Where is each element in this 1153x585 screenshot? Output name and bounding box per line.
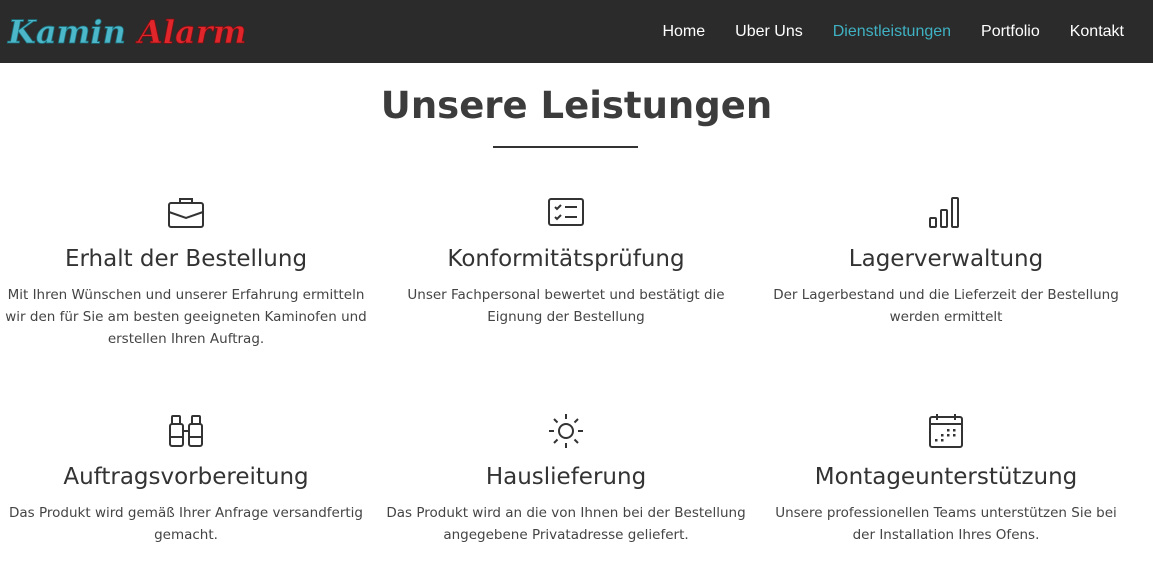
nav-item-dienstleistungen[interactable]: Dienstleistungen	[833, 23, 951, 41]
calendar-icon	[926, 411, 966, 451]
svg-text:Kamin: Kamin	[7, 13, 126, 51]
service-text: Unsere professionellen Teams unterstütze…	[775, 505, 1117, 543]
service-card-preparation: Auftragsvorbereitung Das Produkt wird ge…	[0, 411, 376, 546]
svg-text:Alarm: Alarm	[135, 13, 246, 51]
title-divider	[493, 146, 638, 148]
bar-chart-icon	[926, 193, 966, 233]
service-title: Lagerverwaltung	[848, 246, 1044, 272]
nav-item-home[interactable]: Home	[662, 23, 705, 41]
sun-icon	[546, 411, 586, 451]
service-title: Erhalt der Bestellung	[64, 246, 308, 272]
service-card-warehouse: Lagerverwaltung Der Lagerbestand und die…	[756, 193, 1136, 328]
nav-item-uber-uns[interactable]: Uber Uns	[735, 23, 803, 41]
service-card-delivery: Hauslieferung Das Produkt wird an die vo…	[376, 411, 756, 546]
service-title: Auftragsvorbereitung	[63, 464, 309, 490]
service-card-order: Erhalt der Bestellung Mit Ihren Wünschen…	[0, 193, 376, 350]
navbar: Kamin Alarm Home Uber Uns Dienstleistung…	[0, 0, 1153, 63]
service-title: Montageunterstützung	[814, 464, 1078, 490]
briefcase-icon	[166, 193, 206, 233]
service-text: Der Lagerbestand und die Lieferzeit der …	[773, 287, 1119, 325]
binoculars-icon	[166, 411, 206, 451]
checklist-icon	[546, 193, 586, 233]
nav-item-kontakt[interactable]: Kontakt	[1070, 23, 1124, 41]
service-text: Das Produkt wird an die von Ihnen bei de…	[386, 505, 746, 543]
service-card-assembly: Montageunterstützung Unsere professionel…	[756, 411, 1136, 546]
service-text: Mit Ihren Wünschen und unserer Erfahrung…	[5, 287, 367, 347]
nav-item-portfolio[interactable]: Portfolio	[981, 23, 1040, 41]
section-title: Unsere Leistungen	[380, 84, 773, 127]
service-title: Hauslieferung	[485, 464, 647, 490]
service-card-conformity: Konformitätsprüfung Unser Fachpersonal b…	[376, 193, 756, 328]
service-text: Das Produkt wird gemäß Ihrer Anfrage ver…	[9, 505, 363, 543]
service-text: Unser Fachpersonal bewertet und bestätig…	[407, 287, 725, 325]
service-title: Konformitätsprüfung	[447, 246, 685, 272]
brand-logo[interactable]: Kamin Alarm	[6, 8, 278, 54]
main-nav: Home Uber Uns Dienstleistungen Portfolio…	[632, 0, 1124, 63]
